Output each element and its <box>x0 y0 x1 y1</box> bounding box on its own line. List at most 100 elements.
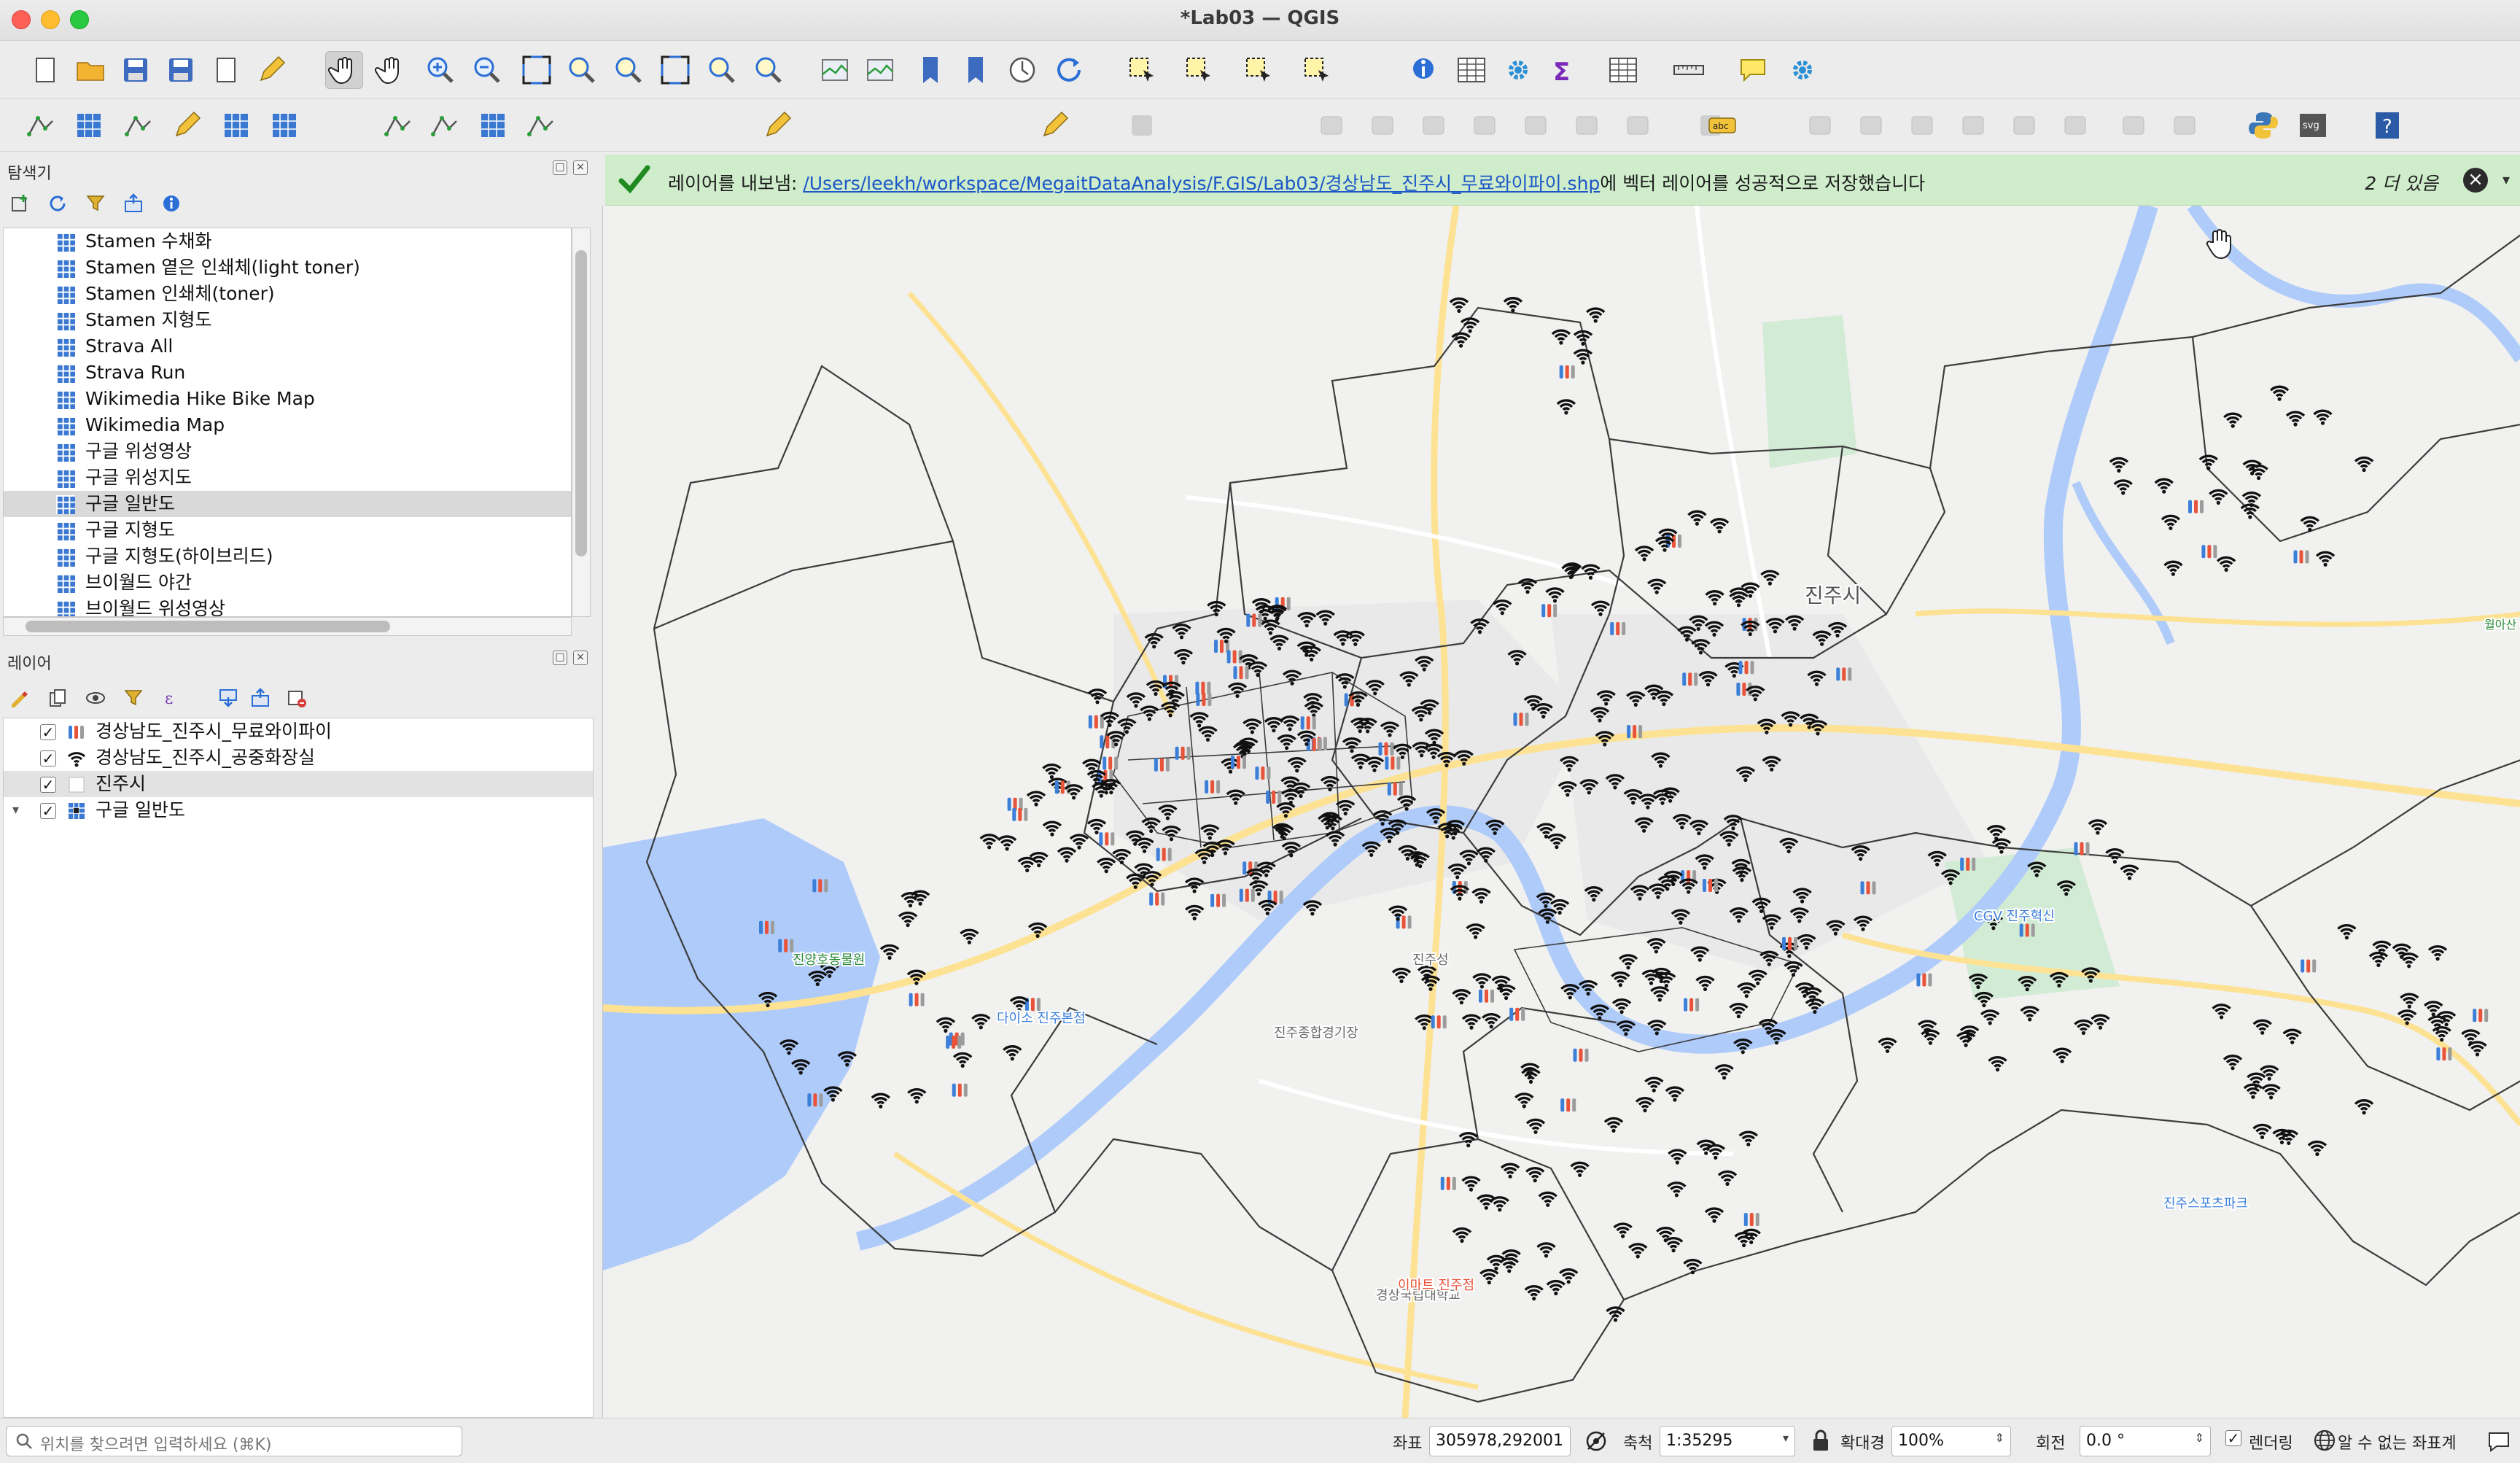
close-panel-button[interactable]: × <box>573 160 588 175</box>
disabled-tool-button[interactable] <box>1415 106 1452 144</box>
collapse-all-icon[interactable] <box>248 686 273 710</box>
chevron-down-icon[interactable]: ▾ <box>2502 171 2510 188</box>
float-panel-button[interactable]: □ <box>553 651 567 665</box>
select-by-value-button[interactable] <box>1180 51 1218 89</box>
layer-visibility-checkbox[interactable]: ✓ <box>40 803 56 819</box>
browser-item[interactable]: 구글 지형도 <box>4 517 571 543</box>
identify-button[interactable] <box>1406 51 1444 89</box>
browser-item[interactable]: Stamen 수채화 <box>4 228 571 255</box>
coordinate-field[interactable]: 305978,292001 <box>1429 1426 1571 1456</box>
refresh-button[interactable] <box>1050 51 1088 89</box>
disabled-tool-button[interactable] <box>1312 106 1350 144</box>
disabled-tool-button[interactable] <box>1954 106 1992 144</box>
add-selected-layers-icon[interactable] <box>7 191 32 216</box>
open-project-button[interactable] <box>71 51 109 89</box>
info-icon[interactable] <box>159 191 184 216</box>
digitize-button[interactable] <box>758 106 796 144</box>
layers-tree[interactable]: ✓ 경상남도_진주시_무료와이파이 ✓ 경상남도_진주시_공중화장실 ✓ 진주시 ▾ ✓ 구글 … <box>3 718 594 1418</box>
globe-icon[interactable] <box>2313 1429 2336 1456</box>
deselect-button[interactable] <box>1240 51 1278 89</box>
print-layout-button[interactable] <box>207 51 245 89</box>
zoom-in-button[interactable] <box>421 51 459 89</box>
filter-icon[interactable] <box>83 191 108 216</box>
disabled-tool-button[interactable] <box>1903 106 1941 144</box>
browser-item[interactable]: 구글 위성영상 <box>4 438 571 465</box>
browser-item[interactable]: 브이월드 위성영상 <box>4 596 571 616</box>
zoom-out-button[interactable] <box>468 51 506 89</box>
filter-expression-icon[interactable]: ε <box>159 686 184 710</box>
browser-tree[interactable]: Stamen 수채화 Stamen 옅은 인쇄체(light toner) Stam… <box>3 228 572 617</box>
messages-icon[interactable] <box>2486 1429 2511 1458</box>
rotation-spinbox[interactable]: 0.0 ° ⇕ <box>2080 1426 2211 1456</box>
layer-visibility-checkbox[interactable]: ✓ <box>40 777 56 793</box>
more-messages-label[interactable]: 2 더 있음 <box>2365 169 2438 195</box>
zoom-to-layer-button[interactable] <box>610 51 648 89</box>
expand-arrow-icon[interactable]: ▾ <box>12 797 19 823</box>
add-raster-layer-button[interactable] <box>70 106 108 144</box>
disabled-tool-button[interactable] <box>1517 106 1555 144</box>
map-canvas[interactable]: 진주시 경상국립대학교 진주종합경기장 이마트 진주점 CGV 진주혁신 진주스포츠파크 다… <box>602 206 2520 1418</box>
disabled-tool-button[interactable] <box>2166 106 2204 144</box>
layer-item[interactable]: ✓ 경상남도_진주시_무료와이파이 <box>4 718 593 745</box>
zoom-native-button[interactable] <box>656 51 694 89</box>
label-button[interactable]: abc <box>1703 106 1741 144</box>
save-as-button[interactable] <box>162 51 200 89</box>
pan-button[interactable] <box>325 51 363 89</box>
browser-horizontal-scrollbar[interactable] <box>3 617 572 636</box>
select-by-location-button[interactable] <box>1298 51 1336 89</box>
zoom-next-button[interactable] <box>750 51 788 89</box>
refresh-icon[interactable] <box>45 191 70 216</box>
browser-item[interactable]: Stamen 지형도 <box>4 307 571 333</box>
message-path-link[interactable]: /Users/leekh/workspace/MegaitDataAnalysi… <box>803 173 1600 194</box>
help-button[interactable]: ? <box>2368 106 2406 144</box>
browser-item[interactable]: 구글 일반도 <box>4 491 571 517</box>
save-edits-button[interactable] <box>1123 106 1161 144</box>
disabled-tool-button[interactable] <box>1852 106 1890 144</box>
filter-legend-icon[interactable] <box>121 686 146 710</box>
attribute-table-button[interactable] <box>1452 51 1490 89</box>
disabled-tool-button[interactable] <box>1364 106 1401 144</box>
new-project-button[interactable] <box>26 51 64 89</box>
collapse-all-icon[interactable] <box>121 191 146 216</box>
add-vector-layer-button[interactable] <box>22 106 60 144</box>
save-project-button[interactable] <box>117 51 155 89</box>
temporal-controller-button[interactable] <box>1003 51 1041 89</box>
disabled-tool-button[interactable] <box>2056 106 2094 144</box>
layer-visibility-checkbox[interactable]: ✓ <box>40 750 56 767</box>
style-manager-button[interactable] <box>252 51 290 89</box>
add-group-icon[interactable] <box>45 686 70 710</box>
scrollbar-thumb[interactable] <box>575 250 587 556</box>
zoom-to-selection-button[interactable] <box>563 51 601 89</box>
zoom-full-button[interactable] <box>518 51 556 89</box>
toggle-extents-icon[interactable] <box>1584 1429 1609 1458</box>
open-field-calculator-button[interactable] <box>1604 51 1642 89</box>
statistics-button[interactable]: Σ <box>1544 51 1582 89</box>
select-features-button[interactable] <box>1123 51 1161 89</box>
new-3d-view-button[interactable] <box>862 51 900 89</box>
show-bookmarks-button[interactable] <box>957 51 995 89</box>
new-geopackage-button[interactable] <box>474 106 512 144</box>
layer-item[interactable]: ▾ ✓ 구글 일반도 <box>4 797 593 823</box>
browser-item[interactable]: Strava Run <box>4 360 571 386</box>
disabled-tool-button[interactable] <box>2005 106 2043 144</box>
new-bookmark-button[interactable] <box>911 51 949 89</box>
new-shapefile-button[interactable] <box>426 106 464 144</box>
style-panel-icon[interactable] <box>7 686 32 710</box>
layer-visibility-checkbox[interactable]: ✓ <box>40 724 56 740</box>
visibility-icon[interactable] <box>83 686 108 710</box>
measure-button[interactable] <box>1670 51 1708 89</box>
lock-icon[interactable] <box>1811 1429 1830 1456</box>
scale-combo[interactable]: 1:35295 ▾ <box>1660 1426 1795 1456</box>
python-console-button[interactable] <box>2244 106 2282 144</box>
browser-item[interactable]: Strava All <box>4 333 571 360</box>
new-map-view-button[interactable] <box>817 51 855 89</box>
browser-item[interactable]: Wikimedia Hike Bike Map <box>4 386 571 412</box>
browser-item[interactable]: Stamen 인쇄체(toner) <box>4 281 571 307</box>
browser-item[interactable]: Stamen 옅은 인쇄체(light toner) <box>4 255 571 281</box>
remove-layer-icon[interactable] <box>284 686 309 710</box>
browser-vertical-scrollbar[interactable] <box>572 228 591 617</box>
locator-search-input[interactable]: 위치를 찾으려면 입력하세요 (⌘K) <box>6 1426 462 1456</box>
browser-item[interactable]: 브이월드 야간 <box>4 570 571 596</box>
pan-to-selection-button[interactable] <box>372 51 410 89</box>
disabled-tool-button[interactable] <box>1466 106 1504 144</box>
